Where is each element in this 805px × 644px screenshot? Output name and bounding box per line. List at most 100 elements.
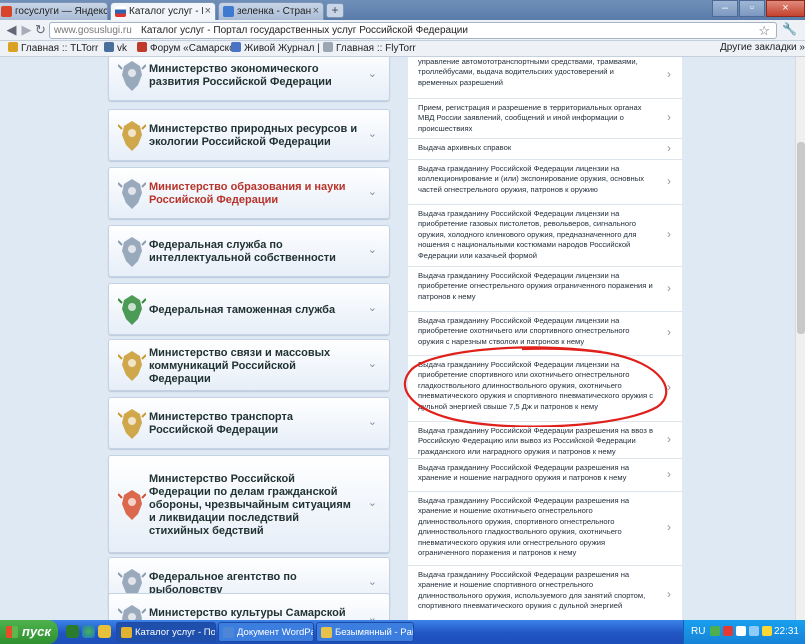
maximize-button[interactable]: ▫	[739, 0, 765, 17]
ministry-card[interactable]: Министерство Российской Федерации по дел…	[108, 455, 390, 553]
chevron-right-icon[interactable]: ›	[667, 227, 671, 241]
service-item[interactable]: Выдача гражданину Российской Федерации р…	[408, 422, 682, 459]
chrome-icon[interactable]	[82, 625, 95, 638]
bookmark-icon	[231, 42, 241, 52]
service-title: Выдача гражданину Российской Федерации р…	[418, 496, 630, 558]
service-item[interactable]: Выдача гражданину Российской Федерации л…	[408, 312, 682, 356]
ministry-name: Министерство культуры Самарской области	[149, 607, 346, 619]
bookmark-icon	[323, 42, 333, 52]
bookmark-item[interactable]: Форум «Самарско	[137, 42, 235, 54]
language-indicator[interactable]: RU	[691, 626, 705, 637]
service-item[interactable]: Выдача гражданину Российской Федерации р…	[408, 492, 682, 566]
chevron-right-icon[interactable]: ›	[667, 141, 671, 155]
chevron-down-icon[interactable]: ⌄	[368, 301, 377, 314]
start-button[interactable]: пуск	[0, 620, 58, 644]
coat-of-arms-icon	[117, 177, 147, 211]
chevron-down-icon[interactable]: ⌄	[368, 185, 377, 198]
volume-icon[interactable]	[749, 626, 759, 636]
service-item[interactable]: Прием, регистрация и разрешение в террит…	[408, 99, 682, 139]
ministry-name: Министерство образования и науки Российс…	[149, 181, 346, 206]
service-item[interactable]: Выдача гражданину Российской Федерации л…	[408, 356, 682, 422]
chevron-right-icon[interactable]: ›	[667, 587, 671, 601]
chevron-right-icon[interactable]: ›	[667, 325, 671, 339]
windows-taskbar: пуск Каталог услуг - Пор... Документ Wor…	[0, 620, 805, 644]
ministry-card[interactable]: Федеральная таможенная служба ⌄	[108, 283, 390, 335]
ministry-card[interactable]: Министерство связи и массовых коммуникац…	[108, 339, 390, 391]
chevron-down-icon[interactable]: ⌄	[368, 243, 377, 256]
star-icon[interactable]: ☆	[758, 23, 770, 39]
chevron-right-icon[interactable]: ›	[667, 520, 671, 534]
chevron-right-icon[interactable]: ›	[667, 380, 671, 394]
vertical-scrollbar[interactable]	[795, 57, 805, 620]
chevron-right-icon[interactable]: ›	[667, 467, 671, 481]
bookmark-item[interactable]: Живой Журнал | з	[231, 42, 327, 54]
browser-icon	[121, 627, 132, 638]
desktop-icon[interactable]	[66, 625, 79, 638]
address-bar[interactable]: www.gosuslugi.ru Каталог услуг - Портал …	[49, 22, 777, 39]
taskbar-item-wordpad[interactable]: Документ WordPad - ...	[218, 622, 314, 642]
service-item[interactable]: Выдача гражданину Российской Федерации л…	[408, 160, 682, 205]
chevron-down-icon[interactable]: ⌄	[368, 67, 377, 80]
tray-icon[interactable]	[710, 626, 720, 636]
chevron-down-icon[interactable]: ⌄	[368, 415, 377, 428]
yandex-favicon-icon	[1, 6, 12, 17]
service-item[interactable]: Выдача гражданину Российской Федерации л…	[408, 205, 682, 267]
service-item[interactable]: Выдача гражданину Российской Федерации р…	[408, 566, 682, 620]
reload-icon[interactable]: ↻	[32, 22, 49, 39]
chevron-right-icon[interactable]: ›	[667, 432, 671, 446]
service-title: Выдача гражданину Российской Федерации л…	[418, 316, 630, 346]
bookmark-item[interactable]: Главная :: FlyTorr	[323, 42, 416, 54]
service-title: Выдача гражданину Российской Федерации р…	[418, 426, 654, 456]
chevron-down-icon[interactable]: ⌄	[368, 611, 377, 620]
chevron-down-icon[interactable]: ⌄	[368, 575, 377, 588]
ministry-card[interactable]: Министерство экономического развития Рос…	[108, 57, 390, 101]
yandex-browser-icon[interactable]	[98, 625, 111, 638]
chevron-right-icon[interactable]: ›	[667, 281, 671, 295]
ministry-card[interactable]: Министерство образования и науки Российс…	[108, 167, 390, 219]
service-title: Выдача гражданину Российской Федерации л…	[418, 164, 644, 194]
paint-icon	[321, 627, 332, 638]
coat-of-arms-icon	[117, 119, 147, 153]
tab-zelenka[interactable]: зеленка - Страница 6 ×	[218, 2, 324, 20]
chevron-right-icon[interactable]: ›	[667, 174, 671, 188]
bookmark-item[interactable]: Главная :: TLTorr	[8, 42, 98, 54]
minimize-button[interactable]: –	[712, 0, 738, 17]
tab-yandex[interactable]: госуслуги — Яндекс: н	[0, 2, 108, 20]
scrollbar-thumb[interactable]	[797, 142, 805, 334]
service-item[interactable]: Выдача гражданину Российской Федерации л…	[408, 267, 682, 312]
taskbar-item-browser[interactable]: Каталог услуг - Пор...	[116, 622, 216, 642]
service-item[interactable]: управление автомототранспортными средств…	[408, 57, 682, 99]
service-item[interactable]: Выдача гражданину Российской Федерации р…	[408, 459, 682, 492]
page-favicon-icon	[223, 6, 234, 17]
bookmark-icon	[137, 42, 147, 52]
ministry-card[interactable]: Федеральная служба по интеллектуальной с…	[108, 225, 390, 277]
other-bookmarks[interactable]: Другие закладки »	[720, 42, 805, 53]
chevron-down-icon[interactable]: ⌄	[368, 496, 377, 509]
close-window-button[interactable]: ×	[766, 0, 805, 17]
taskbar-item-paint[interactable]: Безымянный - Paint	[316, 622, 414, 642]
service-title: управление автомототранспортными средств…	[418, 57, 638, 87]
coat-of-arms-icon	[117, 293, 147, 327]
ministry-card[interactable]: Министерство природных ресурсов и эколог…	[108, 109, 390, 161]
tray-icon[interactable]	[762, 626, 772, 636]
chevron-right-icon[interactable]: ›	[667, 110, 671, 124]
service-item[interactable]: Выдача архивных справок ›	[408, 139, 682, 160]
bookmark-item[interactable]: vk	[104, 42, 127, 54]
tray-icon[interactable]	[723, 626, 733, 636]
ministry-card[interactable]: Министерство культуры Самарской области ⌄	[108, 593, 390, 620]
tab-label: Каталог услуг - Портал	[129, 6, 203, 17]
bookmarks-bar: Главная :: TLTorr vk Форум «Самарско Жив…	[0, 41, 805, 57]
network-icon[interactable]	[736, 626, 746, 636]
ministry-card[interactable]: Министерство транспорта Российской Федер…	[108, 397, 390, 449]
chevron-down-icon[interactable]: ⌄	[368, 357, 377, 370]
chevron-right-icon[interactable]: ›	[667, 67, 671, 81]
coat-of-arms-icon	[117, 235, 147, 269]
new-tab-button[interactable]: +	[326, 3, 344, 18]
close-icon[interactable]: ×	[205, 5, 211, 17]
tab-gosuslugi-catalog[interactable]: Каталог услуг - Портал ×	[110, 2, 216, 20]
service-title: Выдача архивных справок	[418, 143, 512, 152]
wrench-menu-icon[interactable]: 🔧	[782, 22, 797, 36]
chevron-down-icon[interactable]: ⌄	[368, 127, 377, 140]
tab-label: зеленка - Страница 6	[237, 6, 311, 17]
close-icon[interactable]: ×	[313, 5, 319, 17]
